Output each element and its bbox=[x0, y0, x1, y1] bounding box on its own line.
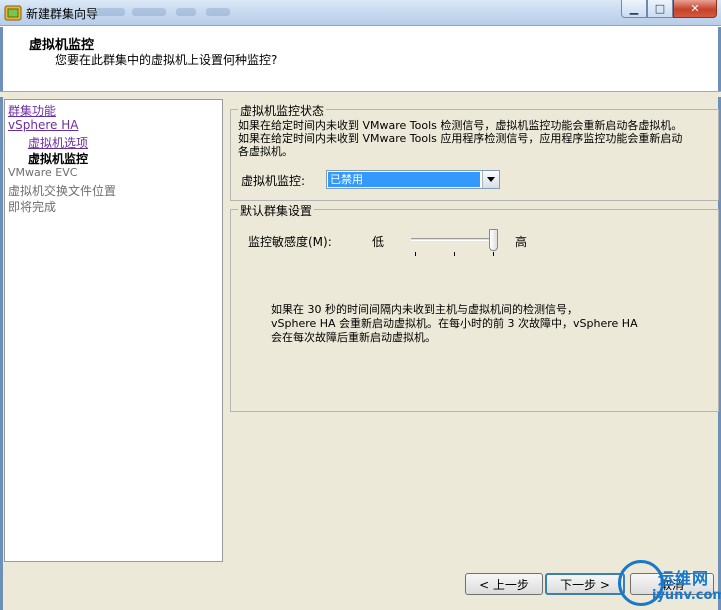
nav-item-ready-to-complete: 即将完成 bbox=[8, 200, 57, 214]
slider-tick bbox=[415, 252, 416, 256]
minimize-icon: ▁ bbox=[629, 2, 639, 15]
title-ghost bbox=[95, 8, 125, 16]
back-button[interactable]: < 上一步 bbox=[465, 573, 543, 595]
watermark-url: iyunv.com bbox=[652, 588, 721, 603]
default-cluster-settings-group: 默认群集设置 监控敏感度(M): 低 高 如果在 30 秒的时间间隔内未收到主机… bbox=[230, 202, 719, 412]
vm-monitoring-select[interactable]: 已禁用 bbox=[326, 170, 500, 189]
sensitivity-label: 监控敏感度(M): bbox=[248, 235, 332, 249]
nav-item-vsphere-ha[interactable]: vSphere HA bbox=[8, 118, 78, 132]
window-controls: ▁ □ ✕ bbox=[621, 0, 717, 18]
page-subtitle: 您要在此群集中的虚拟机上设置何种监控? bbox=[55, 53, 278, 67]
slider-tick bbox=[493, 252, 494, 256]
dropdown-button[interactable] bbox=[482, 171, 499, 188]
close-icon: ✕ bbox=[690, 2, 700, 15]
wizard-header: 虚拟机监控 您要在此群集中的虚拟机上设置何种监控? bbox=[0, 27, 721, 91]
sensitivity-low-label: 低 bbox=[372, 235, 385, 249]
wizard-steps-nav: 群集功能 vSphere HA 虚拟机选项 虚拟机监控 VMware EVC 虚… bbox=[4, 99, 223, 562]
sensitivity-info-1: 如果在 30 秒的时间间隔内未收到主机与虚拟机间的检测信号， bbox=[271, 303, 578, 316]
nav-item-vm-monitoring: 虚拟机监控 bbox=[28, 152, 89, 166]
chevron-down-icon bbox=[487, 177, 495, 182]
vm-monitoring-description-2: 如果在给定时间内未收到 VMware Tools 应用程序检测信号，应用程序监控… bbox=[238, 132, 683, 145]
select-value: 已禁用 bbox=[328, 172, 480, 187]
nav-item-cluster-features[interactable]: 群集功能 bbox=[8, 102, 56, 119]
sensitivity-info-3: 会在每次故障后重新启动虚拟机。 bbox=[271, 331, 436, 344]
group-legend: 默认群集设置 bbox=[238, 202, 315, 219]
nav-item-swapfile-location: 虚拟机交换文件位置 bbox=[8, 184, 117, 198]
sensitivity-info-2: vSphere HA 会重新启动虚拟机。在每小时的前 3 次故障中，vSpher… bbox=[271, 317, 638, 330]
sensitivity-slider-thumb[interactable] bbox=[489, 229, 498, 251]
window-title: 新建群集向导 bbox=[26, 7, 99, 21]
vm-monitoring-label: 虚拟机监控: bbox=[241, 174, 306, 188]
minimize-button[interactable]: ▁ bbox=[621, 0, 647, 18]
vm-monitoring-group: 虚拟机监控状态 如果在给定时间内未收到 VMware Tools 检测信号，虚拟… bbox=[230, 102, 719, 201]
slider-tick bbox=[454, 252, 455, 256]
sensitivity-slider-track[interactable] bbox=[411, 238, 497, 241]
vm-monitoring-description-1: 如果在给定时间内未收到 VMware Tools 检测信号，虚拟机监控功能会重新… bbox=[238, 119, 683, 132]
watermark-text: 运维网 bbox=[658, 569, 710, 588]
sensitivity-high-label: 高 bbox=[515, 235, 528, 249]
group-legend: 虚拟机监控状态 bbox=[238, 102, 327, 119]
nav-item-vmware-evc: VMware EVC bbox=[8, 166, 78, 179]
close-button[interactable]: ✕ bbox=[673, 0, 717, 18]
maximize-button[interactable]: □ bbox=[647, 0, 673, 18]
next-button[interactable]: 下一步 > bbox=[545, 573, 625, 595]
nav-item-vm-options[interactable]: 虚拟机选项 bbox=[28, 134, 88, 151]
app-icon bbox=[4, 4, 22, 22]
vm-monitoring-description-3: 各虚拟机。 bbox=[238, 145, 293, 158]
title-ghost bbox=[176, 8, 196, 16]
title-ghost bbox=[206, 8, 230, 16]
maximize-icon: □ bbox=[654, 2, 666, 15]
title-ghost bbox=[132, 8, 166, 16]
title-bar: 新建群集向导 ▁ □ ✕ bbox=[0, 0, 721, 26]
